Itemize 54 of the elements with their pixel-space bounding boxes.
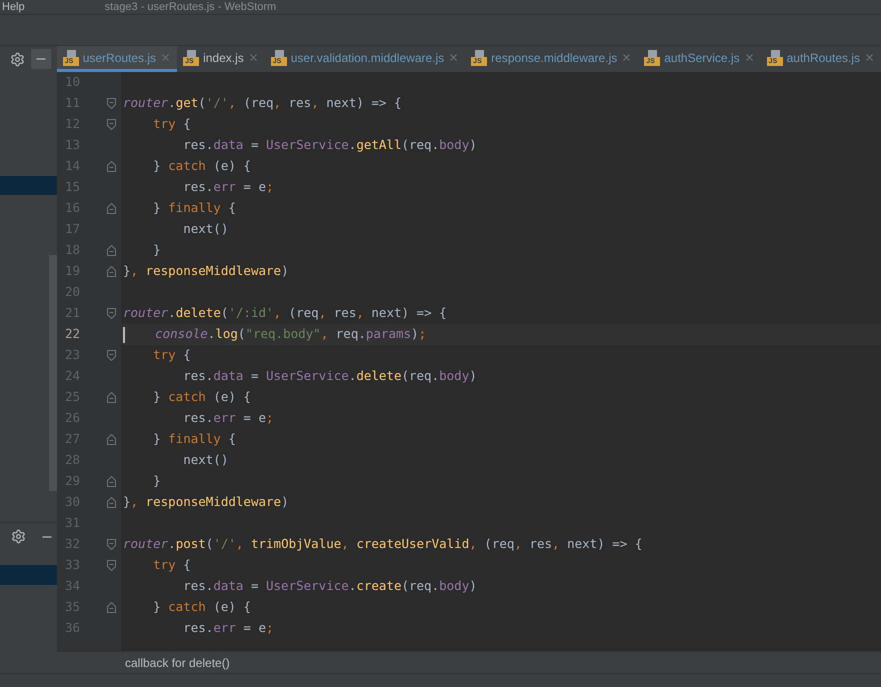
fold-marker-icon[interactable] xyxy=(106,434,116,445)
close-icon[interactable] xyxy=(621,52,632,63)
fold-marker-icon[interactable] xyxy=(106,203,116,214)
code-line: next() xyxy=(182,451,228,470)
code-line: res.data = UserService.delete(req.body) xyxy=(182,367,477,386)
hide-button[interactable] xyxy=(31,49,51,69)
text-caret xyxy=(123,326,125,342)
fold-marker-icon[interactable] xyxy=(106,350,116,361)
fold-marker-icon[interactable] xyxy=(106,602,116,613)
code-line: try { xyxy=(152,115,191,134)
window-title: stage3 - userRoutes.js - WebStorm xyxy=(104,1,276,14)
code-line: } catch (e) { xyxy=(152,598,251,616)
fold-marker-icon[interactable] xyxy=(106,497,116,508)
code-line: }, responseMiddleware) xyxy=(123,493,289,512)
code-line: res.err = e; xyxy=(182,409,274,428)
code-line: router.post('/', trimObjValue, createUserValid, (req, res, next) => { xyxy=(123,535,642,554)
close-icon[interactable] xyxy=(248,52,259,63)
code-line: next() xyxy=(182,220,228,238)
code-line: console.log("req.body", req.params); xyxy=(154,325,426,344)
fold-marker-icon[interactable] xyxy=(106,119,116,130)
code-line: res.data = UserService.create(req.body) xyxy=(182,577,477,596)
fold-marker-icon[interactable] xyxy=(106,560,116,571)
close-icon[interactable] xyxy=(744,52,755,63)
code-line: res.err = e; xyxy=(182,619,274,638)
code-line: res.data = UserService.getAll(req.body) xyxy=(182,136,477,154)
fold-marker-icon[interactable] xyxy=(106,245,116,256)
code-line: } finally { xyxy=(152,430,236,448)
code-line: try { xyxy=(152,346,191,364)
code-line: }, responseMiddleware) xyxy=(123,262,289,280)
code-line: router.delete('/:id', (req, res, next) => { xyxy=(123,304,447,322)
code-line: router.get('/', (req, res, next) => { xyxy=(123,94,402,112)
fold-marker-icon[interactable] xyxy=(106,308,116,319)
fold-marker-icon[interactable] xyxy=(106,392,116,403)
close-icon[interactable] xyxy=(448,52,460,63)
code-line: } catch (e) { xyxy=(152,157,251,176)
code-line: try { xyxy=(152,556,191,574)
code-line: res.err = e; xyxy=(182,178,274,196)
code-line: } catch (e) { xyxy=(152,388,251,406)
code-line: } xyxy=(152,241,161,260)
help-menu[interactable]: Help xyxy=(2,1,25,14)
tooltip-text: callback for delete() xyxy=(125,654,230,672)
settings-icon[interactable] xyxy=(10,52,25,66)
settings-icon[interactable] xyxy=(11,529,26,544)
close-icon[interactable] xyxy=(864,52,875,63)
fold-marker-icon[interactable] xyxy=(106,539,116,550)
close-icon[interactable] xyxy=(160,52,172,63)
fold-marker-icon[interactable] xyxy=(106,266,116,277)
fold-marker-icon[interactable] xyxy=(106,161,116,172)
fold-marker-icon[interactable] xyxy=(106,476,116,487)
fold-marker-icon[interactable] xyxy=(106,98,116,109)
code-line: } xyxy=(152,472,161,490)
code-line: } finally { xyxy=(152,199,236,218)
scrollbar[interactable] xyxy=(49,255,57,491)
line-number: 22 xyxy=(64,325,82,344)
